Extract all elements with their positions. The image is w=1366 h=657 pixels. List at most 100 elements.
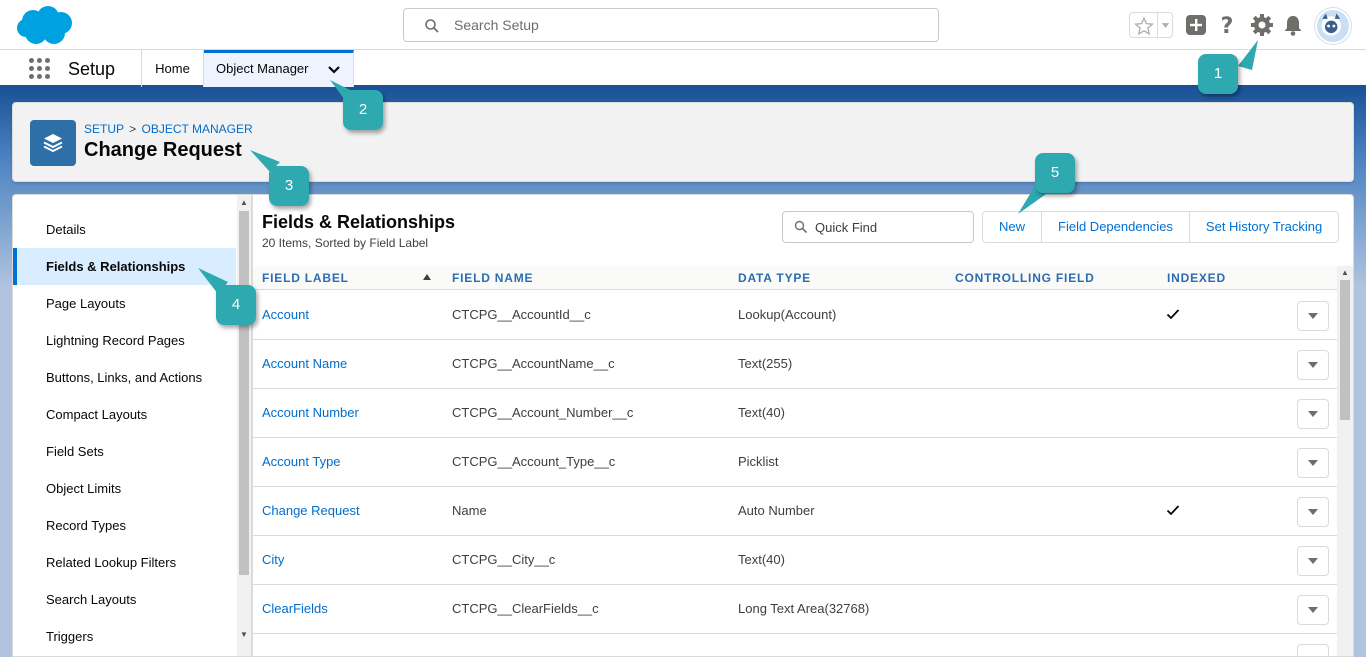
sidebar-item-triggers[interactable]: Triggers <box>13 618 236 655</box>
field-name: CTCPG__Account_Type__c <box>452 454 616 469</box>
search-input[interactable] <box>454 9 924 41</box>
row-actions-button[interactable] <box>1297 448 1329 478</box>
row-actions-button[interactable] <box>1297 497 1329 527</box>
breadcrumb-separator: > <box>129 122 137 136</box>
scrollbar-thumb[interactable] <box>239 211 249 575</box>
section-title: Fields & Relationships <box>262 212 456 232</box>
item-count: 20 Items, Sorted by Field Label <box>262 236 429 250</box>
favorites-button-group[interactable] <box>1129 12 1173 38</box>
fields-relationships-panel: Fields & Relationships 20 Items, Sorted … <box>253 195 1353 656</box>
field-name: Name <box>452 503 487 518</box>
setup-search-box[interactable] <box>403 8 939 42</box>
callout-1: 1 <box>1198 54 1238 94</box>
sidebar-item-search-layouts[interactable]: Search Layouts <box>13 581 236 618</box>
add-icon[interactable] <box>1183 12 1209 38</box>
field-label-link[interactable]: City <box>262 552 284 567</box>
sort-ascending-icon[interactable] <box>423 274 431 280</box>
sidebar-scrollbar[interactable]: ▲ ▼ <box>237 195 251 656</box>
action-button-group: New Field Dependencies Set History Track… <box>982 211 1340 243</box>
tab-object-manager[interactable]: Object Manager <box>204 50 354 87</box>
main-card: Details Fields & Relationships Page Layo… <box>12 194 1354 657</box>
search-icon <box>794 220 808 234</box>
sidebar-item-lightning-record-pages[interactable]: Lightning Record Pages <box>13 322 236 359</box>
chevron-down-icon <box>1308 509 1318 515</box>
breadcrumb-object-manager[interactable]: OBJECT MANAGER <box>142 122 253 136</box>
sidebar-item-page-layouts[interactable]: Page Layouts <box>13 285 236 322</box>
data-type: Text(255) <box>738 356 793 371</box>
data-type: Long Text Area(32768) <box>738 601 870 616</box>
bell-icon[interactable] <box>1280 12 1306 38</box>
field-label-link[interactable]: Account Name <box>262 356 347 371</box>
row-actions-button[interactable] <box>1297 595 1329 625</box>
star-icon[interactable] <box>1133 15 1155 37</box>
field-name: CTCPG__AccountId__c <box>452 307 591 322</box>
table-row: Account Type CTCPG__Account_Type__c Pick… <box>253 438 1337 487</box>
chevron-down-icon <box>1308 607 1318 613</box>
callout-5: 5 <box>1035 153 1075 193</box>
field-label-link[interactable]: Change Request <box>262 503 360 518</box>
row-actions-button[interactable] <box>1297 301 1329 331</box>
data-type: Text(40) <box>738 552 785 567</box>
sidebar-item-compact-layouts[interactable]: Compact Layouts <box>13 396 236 433</box>
scroll-up-arrow[interactable]: ▲ <box>239 198 249 208</box>
field-name: CTCPG__ClearFields__c <box>452 601 599 616</box>
sidebar-item-buttons-links-actions[interactable]: Buttons, Links, and Actions <box>13 359 236 396</box>
chevron-down-icon <box>1308 362 1318 368</box>
context-bar: Setup Home Object Manager <box>0 50 1366 88</box>
row-actions-button[interactable] <box>1297 350 1329 380</box>
scroll-down-arrow[interactable]: ▼ <box>239 630 249 640</box>
page-title: Change Request <box>84 139 242 161</box>
global-header: ? <box>0 0 1366 50</box>
row-actions-button[interactable] <box>1297 546 1329 576</box>
scrollbar-thumb[interactable] <box>1340 280 1350 420</box>
field-dependencies-button[interactable]: Field Dependencies <box>1042 212 1190 242</box>
svg-text:?: ? <box>1221 14 1234 38</box>
row-actions-button[interactable] <box>1297 644 1329 656</box>
new-button[interactable]: New <box>983 212 1043 242</box>
sidebar-item-related-lookup-filters[interactable]: Related Lookup Filters <box>13 544 236 581</box>
column-header-field-label[interactable]: FIELD LABEL <box>262 271 349 285</box>
field-label-link[interactable]: Account Number <box>262 405 359 420</box>
gear-icon[interactable] <box>1249 12 1275 38</box>
field-label-link[interactable]: Account <box>262 307 309 322</box>
column-header-data-type[interactable]: DATA TYPE <box>738 271 811 285</box>
table-scrollbar[interactable]: ▲ <box>1337 266 1353 656</box>
sidebar-item-record-types[interactable]: Record Types <box>13 507 236 544</box>
table-header: FIELD LABEL FIELD NAME DATA TYPE CONTROL… <box>253 266 1337 290</box>
field-label-link[interactable]: ClearFields <box>262 601 328 616</box>
breadcrumb-setup[interactable]: SETUP <box>84 122 124 136</box>
quick-find-input[interactable] <box>815 212 965 242</box>
table-row <box>253 634 1337 656</box>
column-header-indexed[interactable]: INDEXED <box>1167 271 1226 285</box>
sidebar-item-details[interactable]: Details <box>13 211 236 248</box>
search-icon <box>425 19 439 33</box>
chevron-down-icon <box>1308 460 1318 466</box>
avatar[interactable] <box>1315 8 1351 44</box>
callout-2: 2 <box>343 90 383 130</box>
chevron-down-icon[interactable] <box>326 62 342 78</box>
help-icon[interactable]: ? <box>1214 12 1240 38</box>
quick-find-box[interactable] <box>782 211 974 243</box>
app-name: Setup <box>68 59 116 79</box>
field-name: CTCPG__AccountName__c <box>452 356 615 371</box>
field-name: CTCPG__City__c <box>452 552 556 567</box>
table-row: Account Number CTCPG__Account_Number__c … <box>253 389 1337 438</box>
sidebar-item-fields-relationships[interactable]: Fields & Relationships <box>13 248 236 285</box>
sidebar-item-field-sets[interactable]: Field Sets <box>13 433 236 470</box>
column-header-controlling-field[interactable]: CONTROLLING FIELD <box>955 271 1095 285</box>
sidebar-item-object-limits[interactable]: Object Limits <box>13 470 236 507</box>
chevron-down-icon[interactable] <box>1157 13 1173 37</box>
tab-home[interactable]: Home <box>142 50 204 87</box>
field-label-link[interactable]: Account Type <box>262 454 341 469</box>
data-type: Auto Number <box>738 503 815 518</box>
row-actions-button[interactable] <box>1297 399 1329 429</box>
table-row: Account CTCPG__AccountId__c Lookup(Accou… <box>253 291 1337 340</box>
column-header-field-name[interactable]: FIELD NAME <box>452 271 533 285</box>
scroll-up-arrow[interactable]: ▲ <box>1340 268 1350 278</box>
object-page-header: SETUP > OBJECT MANAGER Change Request <box>12 102 1354 182</box>
app-launcher-icon[interactable] <box>29 58 51 80</box>
salesforce-cloud-logo[interactable] <box>16 6 74 46</box>
chevron-down-icon <box>1308 313 1318 319</box>
object-icon <box>30 120 76 166</box>
set-history-tracking-button[interactable]: Set History Tracking <box>1190 212 1338 242</box>
